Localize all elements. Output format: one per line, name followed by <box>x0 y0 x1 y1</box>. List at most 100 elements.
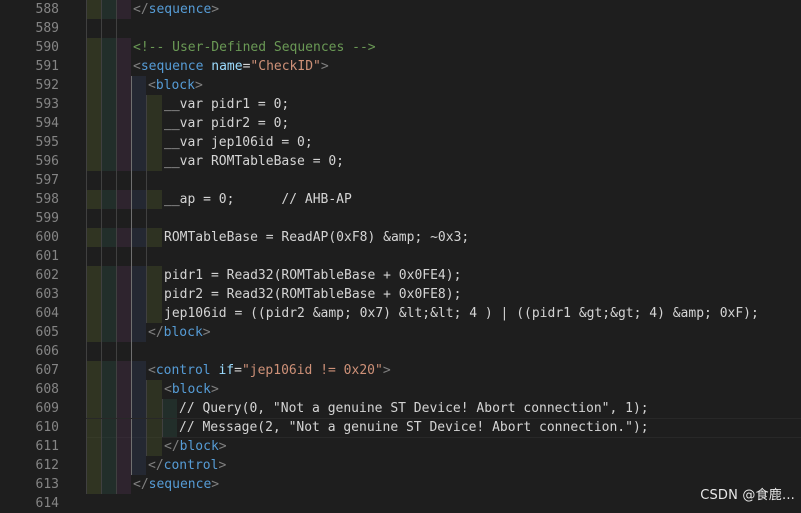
line-number: 613 <box>35 477 59 492</box>
indent-stripe <box>86 152 101 171</box>
code-line[interactable]: 602 pidr1 = Read32(ROMTableBase + 0x0FE4)… <box>0 266 801 285</box>
indent-guide <box>116 114 117 133</box>
line-number: 588 <box>35 2 59 17</box>
indent-stripe <box>86 38 101 57</box>
code-token: __var pidr2 = 0; <box>164 116 290 131</box>
code-editor[interactable]: 588 </sequence> 589 590 <!-- User-Defined Se… <box>0 0 801 511</box>
line-number: 603 <box>35 287 59 302</box>
code-token: pidr2 = Read32(ROMTableBase + 0x0FE8); <box>164 287 462 302</box>
indent-stripe <box>116 456 131 475</box>
indent-stripe <box>162 418 177 437</box>
code-line[interactable]: 612 </control> <box>0 456 801 475</box>
code-line[interactable]: 601 <box>0 247 801 266</box>
indent-guide <box>116 57 117 76</box>
indent-guide <box>116 361 117 380</box>
indent-guide <box>86 190 87 209</box>
code-token: block <box>179 439 219 454</box>
code-line[interactable]: 609 // Query(0, "Not a genuine ST Device!… <box>0 399 801 418</box>
indent-guide <box>116 19 117 38</box>
indent-guide <box>131 380 132 399</box>
indent-guide <box>131 209 132 228</box>
indent-stripe <box>86 380 101 399</box>
code-line[interactable]: 598 __ap = 0; // AHB-AP <box>0 190 801 209</box>
line-code: <!-- User-Defined Sequences --> <box>133 38 376 57</box>
indent-stripe <box>116 152 131 171</box>
code-line[interactable]: 594 __var pidr2 = 0; <box>0 114 801 133</box>
indent-stripe <box>116 266 131 285</box>
indent-stripe <box>86 437 101 456</box>
code-line[interactable]: 600 ROMTableBase = ReadAP(0xF8) &amp; ~0x… <box>0 228 801 247</box>
code-token: < <box>148 78 156 93</box>
code-line[interactable]: 589 <box>0 19 801 38</box>
indent-guide <box>131 437 132 456</box>
indent-stripe <box>146 399 162 418</box>
indent-guide <box>86 38 87 57</box>
code-line[interactable]: 595 __var jep106id = 0; <box>0 133 801 152</box>
indent-stripe <box>116 361 131 380</box>
code-token: ROMTableBase = ReadAP(0xF8) &amp; ~0x3; <box>164 230 470 245</box>
indent-guide <box>131 323 132 342</box>
code-token: > <box>218 439 227 454</box>
indent-guide <box>131 228 132 247</box>
code-token: "jep106id != 0x20" <box>241 363 383 378</box>
code-token: > <box>211 477 220 492</box>
code-line[interactable]: 607 <control if="jep106id != 0x20"> <box>0 361 801 380</box>
code-line[interactable]: 614 <box>0 494 801 513</box>
indent-stripe <box>101 304 116 323</box>
indent-stripe <box>131 323 146 342</box>
indent-guide <box>131 361 132 380</box>
indent-guide <box>101 209 102 228</box>
indent-guide <box>146 418 147 437</box>
code-line[interactable]: 590 <!-- User-Defined Sequences --> <box>0 38 801 57</box>
code-line[interactable]: 611 </block> <box>0 437 801 456</box>
indent-stripe <box>101 285 116 304</box>
code-token: sequence <box>148 2 212 17</box>
line-number: 607 <box>35 363 59 378</box>
indent-guide <box>116 380 117 399</box>
code-line[interactable]: 592 <block> <box>0 76 801 95</box>
code-line[interactable]: 591 <sequence name="CheckID"> <box>0 57 801 76</box>
line-code: __var pidr2 = 0; <box>164 114 289 133</box>
code-line[interactable]: 597 <box>0 171 801 190</box>
indent-stripe <box>101 95 116 114</box>
line-code: ROMTableBase = ReadAP(0xF8) &amp; ~0x3; <box>164 228 469 247</box>
indent-stripe <box>131 133 146 152</box>
indent-stripe <box>146 266 162 285</box>
indent-guide <box>116 95 117 114</box>
line-number: 591 <box>35 59 59 74</box>
line-code: <control if="jep106id != 0x20"> <box>148 361 391 380</box>
code-line[interactable]: 604 jep106id = ((pidr2 &amp; 0x7) &lt;&lt… <box>0 304 801 323</box>
code-line[interactable]: 596 __var ROMTableBase = 0; <box>0 152 801 171</box>
code-line[interactable]: 588 </sequence> <box>0 0 801 19</box>
code-line[interactable]: 593 __var pidr1 = 0; <box>0 95 801 114</box>
indent-stripe <box>116 304 131 323</box>
code-line[interactable]: 603 pidr2 = Read32(ROMTableBase + 0x0FE8)… <box>0 285 801 304</box>
code-line[interactable]: 605 </block> <box>0 323 801 342</box>
indent-guide <box>101 0 102 19</box>
indent-guide <box>146 95 147 114</box>
code-line[interactable]: 599 <box>0 209 801 228</box>
code-token: name <box>211 59 243 74</box>
code-token: // Query(0, "Not a genuine ST Device! Ab… <box>179 401 649 416</box>
indent-stripe <box>86 456 101 475</box>
code-line[interactable]: 613 </sequence> <box>0 475 801 494</box>
indent-guide <box>131 456 132 475</box>
indent-guide <box>101 380 102 399</box>
code-token: "CheckID" <box>250 59 321 74</box>
line-number: 600 <box>35 230 59 245</box>
indent-guide <box>131 247 132 266</box>
indent-stripe <box>101 380 116 399</box>
indent-stripe <box>86 228 101 247</box>
code-line[interactable]: 610 // Message(2, "Not a genuine ST Devic… <box>0 418 801 438</box>
indent-stripe <box>131 152 146 171</box>
indent-stripe <box>131 114 146 133</box>
indent-stripe <box>86 57 101 76</box>
indent-guide <box>116 437 117 456</box>
code-line[interactable]: 606 <box>0 342 801 361</box>
indent-guide <box>86 304 87 323</box>
code-line[interactable]: 608 <block> <box>0 380 801 399</box>
code-token: </ <box>148 458 164 473</box>
indent-guide <box>116 0 117 19</box>
indent-guide <box>86 380 87 399</box>
indent-guide <box>101 152 102 171</box>
